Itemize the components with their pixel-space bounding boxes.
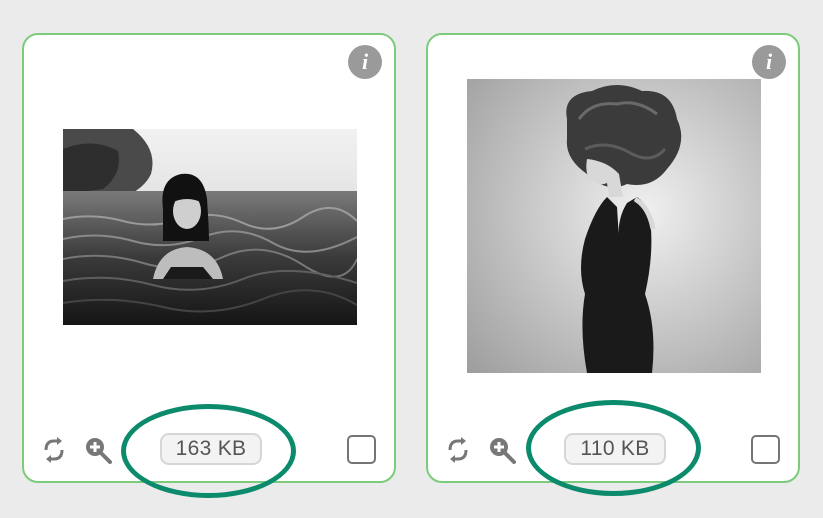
image-card[interactable]: i <box>426 33 800 483</box>
image-thumbnail[interactable] <box>63 129 357 325</box>
sea-photo-graphic <box>63 129 357 325</box>
select-checkbox[interactable] <box>347 435 376 464</box>
image-card[interactable]: i <box>22 33 396 483</box>
select-checkbox[interactable] <box>751 435 780 464</box>
info-icon[interactable]: i <box>752 45 786 79</box>
zoom-in-icon[interactable] <box>84 435 112 465</box>
image-thumbnail[interactable] <box>467 79 761 373</box>
file-size-badge: 110 KB <box>564 433 666 465</box>
rotate-icon[interactable] <box>40 435 68 465</box>
rotate-icon[interactable] <box>444 435 472 465</box>
portrait-photo-graphic <box>467 79 761 373</box>
info-icon[interactable]: i <box>348 45 382 79</box>
file-size-badge: 163 KB <box>160 433 262 465</box>
zoom-in-icon[interactable] <box>488 435 516 465</box>
